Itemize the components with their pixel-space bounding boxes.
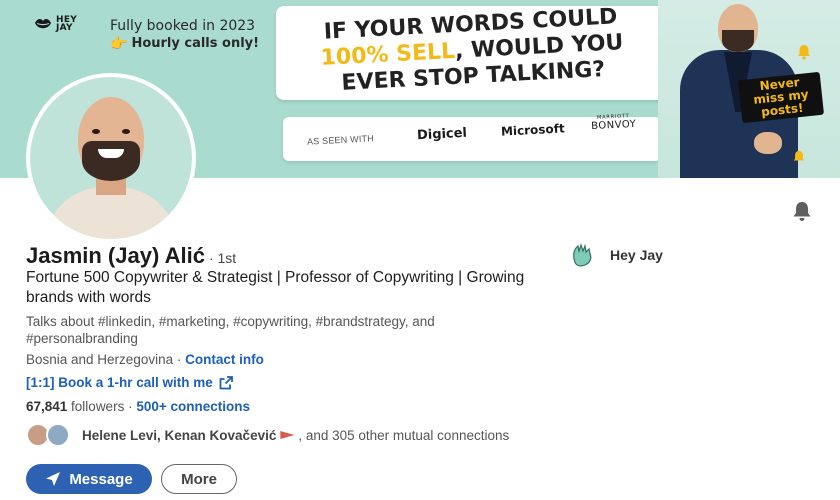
banner-headline: IF YOUR WORDS COULD 100% SELL, WOULD YOU… <box>288 3 656 100</box>
message-button[interactable]: Message <box>26 464 152 494</box>
promo-line-hourly: 👉 Hourly calls only! <box>110 35 259 53</box>
promo-text: Fully booked in 2023 👉 Hourly calls only… <box>110 17 259 53</box>
as-seen-with-label: AS SEEN WITH <box>306 133 375 147</box>
promo-line-booked: Fully booked in 2023 <box>110 18 256 34</box>
bell-icon[interactable] <box>790 200 814 222</box>
followers-label: followers <box>67 399 129 414</box>
book-call-link[interactable]: [1:1] Book a 1-hr call with me <box>26 375 233 390</box>
more-button[interactable]: More <box>161 464 237 494</box>
external-link-icon <box>219 375 233 389</box>
profile-avatar[interactable] <box>26 73 196 243</box>
banner-headline-card: IF YOUR WORDS COULD 100% SELL, WOULD YOU… <box>276 3 668 100</box>
alarm-bell-icon <box>798 45 810 60</box>
brand-wordmark: HEY JAY <box>56 15 78 33</box>
location: Bosnia and Herzegovina <box>26 352 174 367</box>
connection-degree: · 1st <box>208 250 237 266</box>
talks-about: Talks about #linkedin, #marketing, #copy… <box>26 314 435 346</box>
mutual-names: Helene Levi, Kenan Kovačević <box>82 427 277 443</box>
lips-logo-icon <box>35 19 51 29</box>
location-separator: · <box>173 352 186 367</box>
message-button-label: Message <box>69 470 133 488</box>
send-icon <box>46 472 61 486</box>
company-name: Hey Jay <box>610 247 663 263</box>
microsoft-logo: Microsoft <box>500 121 566 139</box>
current-company[interactable]: Hey Jay <box>570 242 663 268</box>
mutual-connections[interactable]: Helene Levi, Kenan Kovačević , and 305 o… <box>26 423 509 447</box>
promo-line-hourly-text: Hourly calls only! <box>131 36 260 51</box>
as-seen-with-card: AS SEEN WITH Digicel Microsoft MARRIOTT … <box>283 113 661 161</box>
followers-count: 67,841 <box>26 399 68 414</box>
hey-jay-logo-icon <box>573 243 592 267</box>
profile-name: Jasmin (Jay) Alić <box>26 243 205 268</box>
pointing-hand-icon: 👉 <box>110 36 128 52</box>
contact-info-link[interactable]: Contact info <box>185 352 264 367</box>
mutual-avatars <box>26 423 76 447</box>
mutual-rest: , and 305 other mutual connections <box>298 427 510 443</box>
book-call-label[interactable]: [1:1] Book a 1-hr call with me <box>26 375 213 390</box>
location-row: Bosnia and Herzegovina · Contact info <box>26 352 264 367</box>
marriott-bonvoy-logo: MARRIOTT BONVOY <box>591 113 637 132</box>
more-button-label: More <box>181 470 217 488</box>
alarm-bell-small-icon <box>793 150 805 161</box>
flag-icon <box>280 431 295 439</box>
profile-headline: Fortune 500 Copywriter & Strategist | Pr… <box>26 269 525 306</box>
connections-link[interactable]: 500+ connections <box>136 399 250 414</box>
followers-row: 67,841 followers · 500+ connections <box>26 399 250 414</box>
bonvoy-label: BONVOY <box>590 118 637 133</box>
mutual-avatar-2 <box>46 423 70 447</box>
digicel-logo: Digicel <box>416 125 468 144</box>
brand-logo: HEY JAY <box>34 15 86 33</box>
never-miss-sticker: Never miss my posts! <box>737 71 825 124</box>
profile-name-row: Jasmin (Jay) Alić · 1st <box>26 243 236 269</box>
